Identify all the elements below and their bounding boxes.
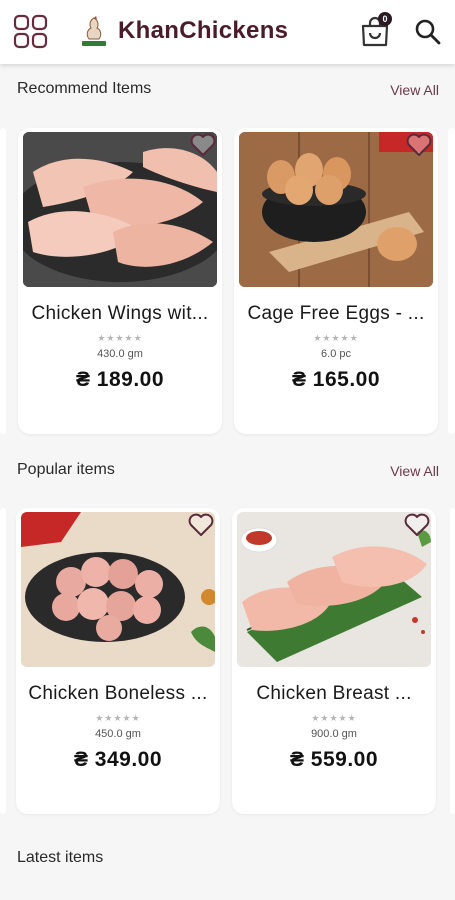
rating-stars: ★★★★★ — [311, 713, 357, 723]
product-price: ₴ 165.00 — [291, 368, 381, 391]
product-image-chicken-breast — [237, 512, 431, 667]
card-peek-left — [0, 508, 6, 814]
heart-icon[interactable] — [190, 133, 216, 157]
product-weight: 6.0 pc — [321, 348, 351, 360]
product-weight: 450.0 gm — [95, 728, 141, 740]
product-card[interactable]: Chicken Boneless ... ★★★★★ 450.0 gm ₴ 34… — [16, 508, 220, 814]
product-weight: 900.0 gm — [311, 728, 357, 740]
search-icon[interactable] — [414, 18, 442, 46]
product-price: ₴ 559.00 — [289, 748, 379, 771]
heart-icon[interactable] — [188, 513, 214, 537]
product-weight: 430.0 gm — [97, 348, 143, 360]
product-card[interactable]: Cage Free Eggs - ... ★★★★★ 6.0 pc ₴ 165.… — [234, 128, 438, 434]
product-name: Cage Free Eggs - ... — [247, 303, 425, 324]
card-peek-right — [450, 508, 455, 814]
product-price: ₴ 349.00 — [73, 748, 163, 771]
product-card[interactable]: Chicken Wings wit... ★★★★★ 430.0 gm ₴ 18… — [18, 128, 222, 434]
product-card[interactable]: Chicken Breast ... ★★★★★ 900.0 gm ₴ 559.… — [232, 508, 436, 814]
rating-stars: ★★★★★ — [313, 333, 359, 343]
heart-icon[interactable] — [404, 513, 430, 537]
cart-count-badge: 0 — [378, 12, 392, 26]
view-all-recommended-link[interactable]: View All — [390, 82, 439, 98]
app-bar: KhanChickens 0 — [0, 0, 455, 64]
product-price: ₴ 189.00 — [75, 368, 165, 391]
card-peek-right — [448, 128, 455, 434]
card-peek-left — [0, 128, 6, 434]
brand-title: KhanChickens — [118, 17, 289, 44]
section-title-popular: Popular items — [17, 461, 115, 478]
logo-icon — [78, 15, 110, 49]
grid-icon[interactable] — [13, 14, 49, 50]
product-name: Chicken Wings wit... — [31, 303, 209, 324]
section-title-recommended: Recommend Items — [17, 80, 152, 97]
view-all-popular-link[interactable]: View All — [390, 463, 439, 479]
rating-stars: ★★★★★ — [97, 333, 143, 343]
rating-stars: ★★★★★ — [95, 713, 141, 723]
product-image-chicken-wings — [23, 132, 217, 287]
product-name: Chicken Breast ... — [256, 683, 412, 704]
heart-icon[interactable] — [406, 133, 432, 157]
product-image-eggs — [239, 132, 433, 287]
product-name: Chicken Boneless ... — [28, 683, 208, 704]
product-image-chicken-boneless — [21, 512, 215, 667]
section-title-latest: Latest items — [17, 849, 104, 866]
